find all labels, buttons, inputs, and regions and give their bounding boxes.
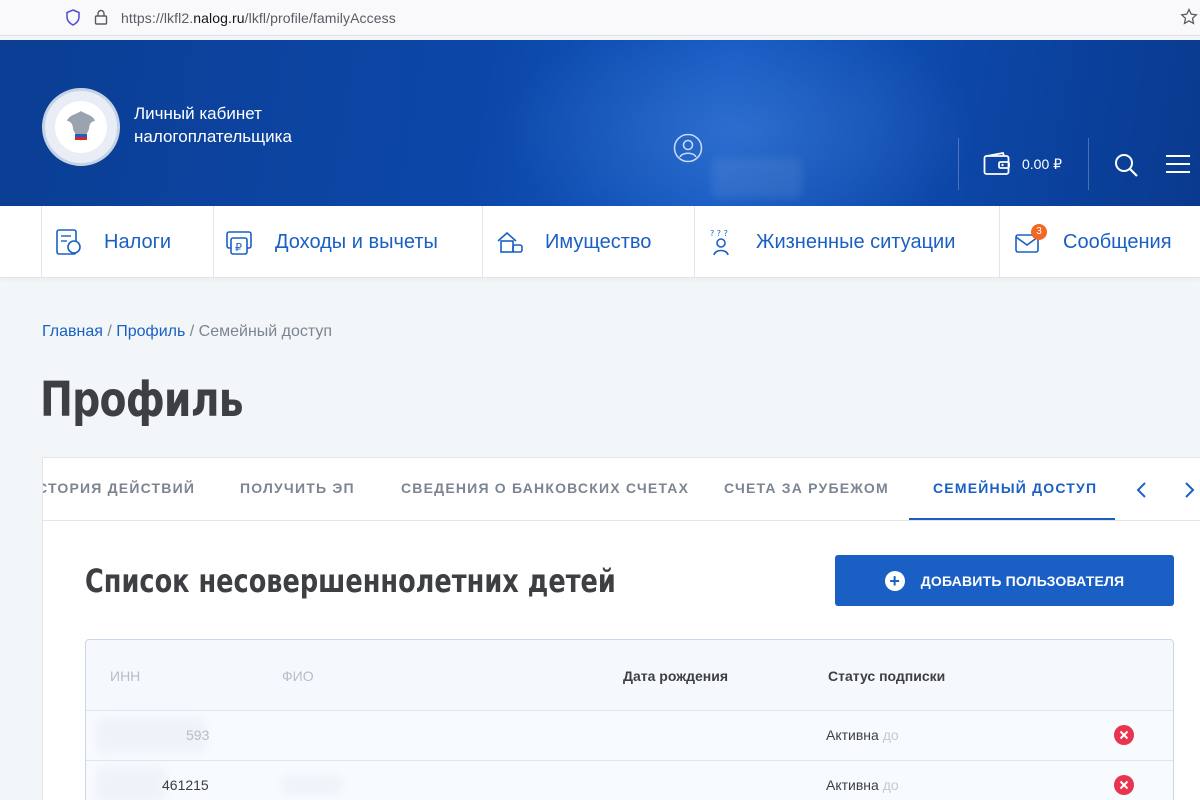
search-icon[interactable]: [1113, 152, 1139, 178]
nav-label: Налоги: [104, 230, 172, 253]
nav-item-messages[interactable]: Сообщения: [1013, 206, 1172, 278]
profile-card: СТОРИЯ ДЕЙСТВИЙ ПОЛУЧИТЬ ЭП СВЕДЕНИЯ О Б…: [42, 457, 1200, 800]
breadcrumb-current: Семейный доступ: [198, 323, 333, 340]
nav-separator: [694, 206, 695, 278]
income-icon: ₽: [226, 231, 252, 255]
shield-icon: [66, 9, 80, 26]
nav-label: Доходы и вычеты: [275, 230, 438, 253]
header-divider: [958, 138, 959, 190]
breadcrumb-profile[interactable]: Профиль: [116, 323, 185, 340]
svg-text:? ? ?: ? ? ?: [710, 229, 728, 238]
nav-separator: [41, 206, 42, 278]
life-situations-icon: ? ? ?: [710, 229, 729, 256]
browser-address-bar[interactable]: https://lkfl2.nalog.ru/lkfl/profile/fami…: [0, 0, 1200, 36]
lock-icon: [94, 9, 108, 25]
chevron-right-icon[interactable]: [1183, 480, 1197, 500]
table-row[interactable]: 593 Активна до: [86, 710, 1173, 760]
redacted-user-info: [712, 158, 802, 198]
nav-item-property[interactable]: Имущество: [495, 206, 651, 278]
status-cell: Активна до: [826, 777, 899, 793]
wallet-icon[interactable]: [983, 152, 1011, 176]
nav-label: Имущество: [545, 230, 652, 253]
tab-bank-accounts[interactable]: СВЕДЕНИЯ О БАНКОВСКИХ СЧЕТАХ: [401, 480, 689, 496]
header-divider: [1088, 138, 1089, 190]
column-header-inn: ИНН: [110, 668, 141, 684]
chevron-left-icon[interactable]: [1134, 480, 1148, 500]
nav-item-life-situations[interactable]: ? ? ? Жизненные ситуации: [706, 206, 955, 278]
add-user-button[interactable]: + ДОБАВИТЬ ПОЛЬЗОВАТЕЛЯ: [835, 555, 1174, 606]
main-nav: Налоги ₽ Доходы и вычеты Имущество ? ? ?…: [0, 206, 1200, 278]
tab-get-signature[interactable]: ПОЛУЧИТЬ ЭП: [240, 480, 355, 496]
column-header-subscription-status: Статус подписки: [828, 668, 946, 684]
plus-circle-icon: +: [884, 570, 905, 591]
status-cell: Активна до: [826, 727, 899, 743]
children-table: ИНН ФИО Дата рождения Статус подписки 59…: [85, 639, 1174, 800]
tab-foreign-accounts[interactable]: СЧЕТА ЗА РУБЕЖОМ: [724, 480, 889, 496]
redacted-inn: [96, 767, 166, 800]
remove-circle-icon[interactable]: [1114, 775, 1134, 795]
active-tab-indicator: [909, 518, 1115, 520]
url-text[interactable]: https://lkfl2.nalog.ru/lkfl/profile/fami…: [121, 10, 396, 26]
nav-label: Жизненные ситуации: [756, 230, 956, 253]
brand-title[interactable]: Личный кабинет налогоплательщика: [134, 102, 292, 148]
site-header: Личный кабинет налогоплательщика 0.00 ₽: [0, 40, 1200, 206]
double-eagle-icon: [67, 111, 95, 141]
nav-separator: [213, 206, 214, 278]
bookmark-star-icon[interactable]: [1180, 8, 1198, 26]
inn-cell: 593: [186, 727, 210, 743]
user-profile-icon[interactable]: [673, 133, 703, 163]
nav-separator: [482, 206, 483, 278]
svg-text:₽: ₽: [235, 241, 242, 254]
nav-item-income[interactable]: ₽ Доходы и вычеты: [225, 206, 438, 278]
breadcrumb: Главная / Профиль / Семейный доступ: [42, 323, 333, 340]
hamburger-menu-icon[interactable]: [1165, 153, 1191, 175]
column-header-birth-date: Дата рождения: [623, 668, 729, 684]
property-icon: [497, 231, 523, 253]
redacted-name: [282, 775, 342, 795]
account-balance[interactable]: 0.00 ₽: [1022, 156, 1062, 173]
emblem-inner: [55, 101, 107, 153]
nav-label: Сообщения: [1063, 230, 1172, 253]
breadcrumb-home[interactable]: Главная: [42, 323, 103, 340]
tab-action-history[interactable]: СТОРИЯ ДЕЙСТВИЙ: [43, 480, 195, 496]
nav-separator: [999, 206, 1000, 278]
profile-tabs: СТОРИЯ ДЕЙСТВИЙ ПОЛУЧИТЬ ЭП СВЕДЕНИЯ О Б…: [43, 458, 1200, 521]
tab-family-access[interactable]: СЕМЕЙНЫЙ ДОСТУП: [933, 480, 1097, 496]
table-row[interactable]: 461215 Активна до: [86, 760, 1173, 800]
column-header-name: ФИО: [282, 668, 314, 684]
nav-item-taxes[interactable]: Налоги: [54, 206, 171, 278]
section-title: Список несовершеннолетних детей: [85, 562, 616, 600]
inn-cell: 461215: [162, 777, 209, 793]
remove-circle-icon[interactable]: [1114, 725, 1134, 745]
page-title: Профиль: [40, 372, 244, 428]
tax-icon: [56, 229, 81, 255]
messages-count-badge: 3: [1031, 224, 1047, 240]
fns-emblem-logo[interactable]: [42, 88, 120, 166]
